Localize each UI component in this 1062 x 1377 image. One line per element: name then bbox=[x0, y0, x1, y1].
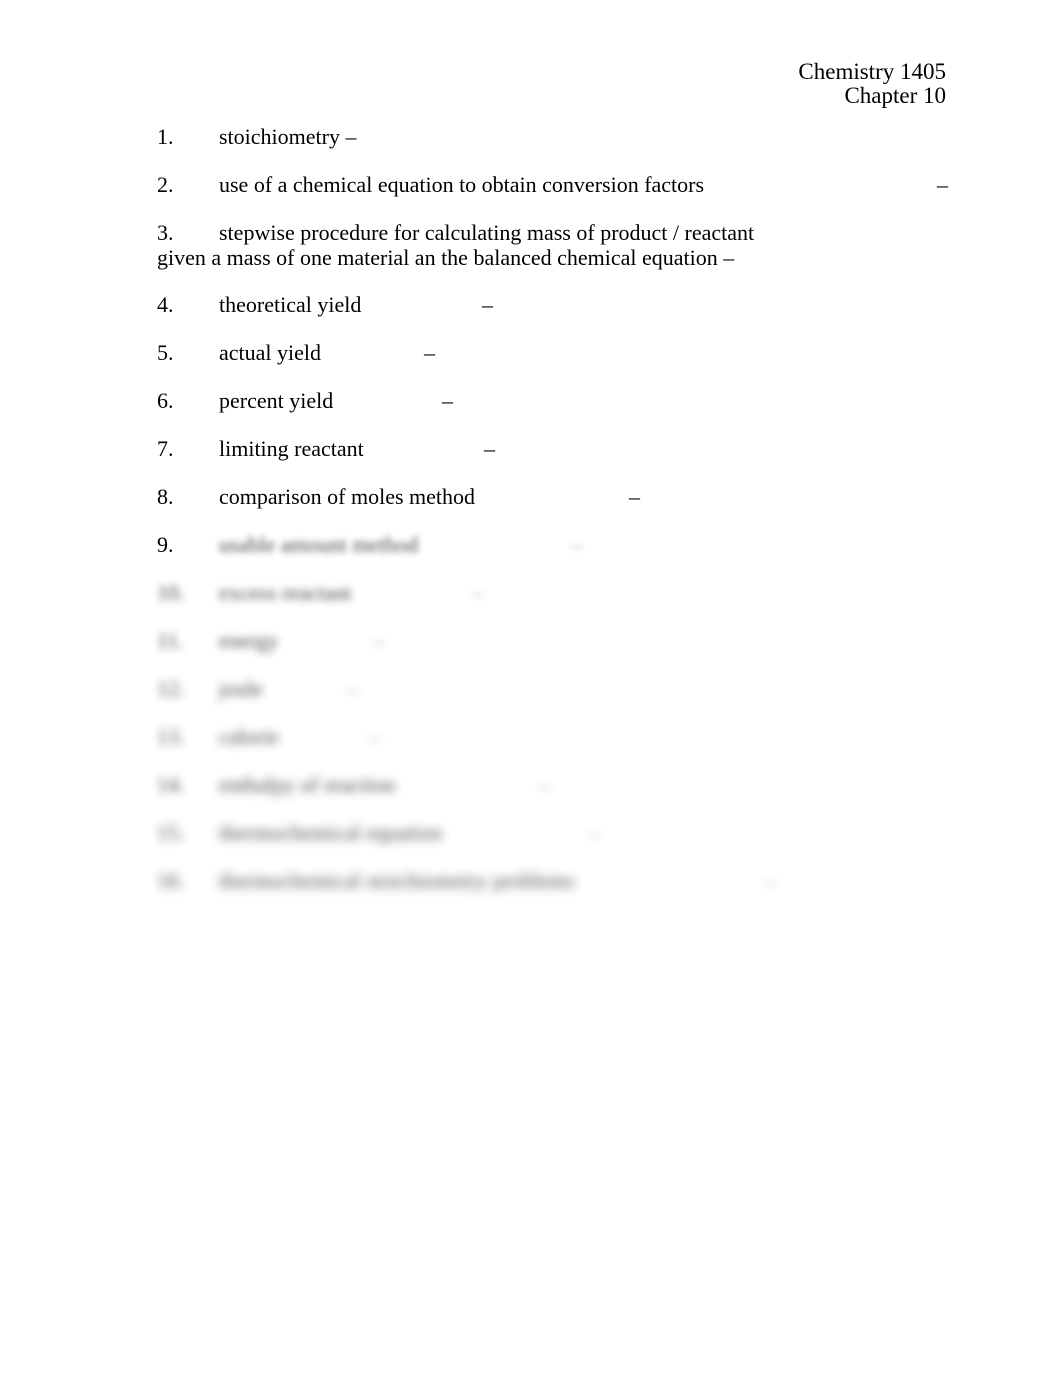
term-item-label: use of a chemical equation to obtain con… bbox=[219, 172, 705, 197]
document-page: Chemistry 1405 Chapter 10 1. stoichiometr… bbox=[0, 0, 1062, 1377]
term-item-dash: – bbox=[374, 628, 385, 653]
term-item-number: 9. bbox=[157, 532, 174, 557]
term-item-label: actual yield bbox=[219, 340, 322, 365]
term-item-dash: – bbox=[424, 340, 435, 365]
term-item-dash: – bbox=[472, 580, 483, 605]
header-course-title: Chemistry 1405 bbox=[798, 59, 946, 84]
term-item-label: excess reactant bbox=[219, 580, 352, 605]
term-item-dash: – bbox=[539, 772, 550, 797]
term-item-number: 6. bbox=[157, 388, 174, 413]
term-item-number: 7. bbox=[157, 436, 174, 461]
term-item-number: 5. bbox=[157, 340, 174, 365]
term-list-item: 5. actual yield – bbox=[157, 340, 1017, 388]
term-item-continuation: given a mass of one material an the bala… bbox=[157, 245, 735, 270]
header-chapter-title: Chapter 10 bbox=[844, 82, 946, 108]
term-item-label: joule bbox=[219, 676, 263, 701]
term-item-label: calorie bbox=[219, 724, 279, 749]
term-item-label: theoretical yield bbox=[219, 292, 362, 317]
term-list-item-redacted: 13. calorie – bbox=[157, 724, 1017, 772]
term-item-number: 3. bbox=[157, 220, 174, 245]
term-item-dash: – bbox=[571, 532, 582, 557]
term-list-item: 8. comparison of moles method – bbox=[157, 484, 1017, 532]
term-list-item-redacted: 16. thermochemical stoichiometry problems… bbox=[157, 868, 1017, 916]
term-item-dash: – bbox=[482, 292, 493, 317]
term-item-dash: – bbox=[484, 436, 495, 461]
term-item-number: 15. bbox=[157, 820, 185, 845]
term-item-number: 8. bbox=[157, 484, 174, 509]
term-item-dash: – bbox=[442, 388, 453, 413]
term-item-label: energy bbox=[219, 628, 279, 653]
term-item-number: 13. bbox=[157, 724, 185, 749]
document-header: Chemistry 1405 Chapter 10 bbox=[798, 60, 946, 107]
term-list-item-redacted: 10. excess reactant – bbox=[157, 580, 1017, 628]
term-item-dash: – bbox=[369, 724, 380, 749]
term-item-label: comparison of moles method bbox=[219, 484, 476, 509]
term-list-item: 6. percent yield – bbox=[157, 388, 1017, 436]
term-list-item: 7. limiting reactant – bbox=[157, 436, 1017, 484]
term-item-label: stepwise procedure for calculating mass … bbox=[219, 220, 755, 245]
term-item-label: stoichiometry – bbox=[219, 124, 357, 149]
term-item-number: 10. bbox=[157, 580, 185, 605]
term-item-number: 2. bbox=[157, 172, 174, 197]
term-item-dash: – bbox=[765, 868, 776, 893]
term-item-number: 16. bbox=[157, 868, 185, 893]
term-item-dash: – bbox=[347, 676, 358, 701]
term-item-number: 14. bbox=[157, 772, 185, 797]
term-list-item: 1. stoichiometry – bbox=[157, 124, 1017, 172]
term-list-item-redacted: 14. enthalpy of reaction – bbox=[157, 772, 1017, 820]
term-list-item-redacted: 11. energy – bbox=[157, 628, 1017, 676]
term-list-item: 2. use of a chemical equation to obtain c… bbox=[157, 172, 1017, 220]
term-item-label: usable amount method bbox=[219, 532, 419, 557]
term-item-label: thermochemical stoichiometry problems bbox=[219, 868, 575, 893]
term-item-label: percent yield bbox=[219, 388, 334, 413]
term-list-item-redacted: 9. usable amount method – bbox=[157, 532, 1017, 580]
term-list-item: 3. stepwise procedure for calculating mas… bbox=[157, 220, 1017, 292]
term-definition-list: 1. stoichiometry – 2. use of a chemical equ… bbox=[157, 124, 1017, 916]
term-item-number: 4. bbox=[157, 292, 174, 317]
term-item-label: enthalpy of reaction bbox=[219, 772, 395, 797]
term-list-item-redacted: 15. thermochemical equation – bbox=[157, 820, 1017, 868]
term-item-dash: – bbox=[629, 484, 640, 509]
term-item-dash: – bbox=[937, 172, 948, 197]
term-item-number: 1. bbox=[157, 124, 174, 149]
term-item-number: 11. bbox=[157, 628, 184, 653]
term-list-item-redacted: 12. joule – bbox=[157, 676, 1017, 724]
term-item-label: limiting reactant bbox=[219, 436, 364, 461]
term-item-number: 12. bbox=[157, 676, 185, 701]
term-item-label: thermochemical equation bbox=[219, 820, 442, 845]
term-list-item: 4. theoretical yield – bbox=[157, 292, 1017, 340]
term-item-dash: – bbox=[589, 820, 600, 845]
